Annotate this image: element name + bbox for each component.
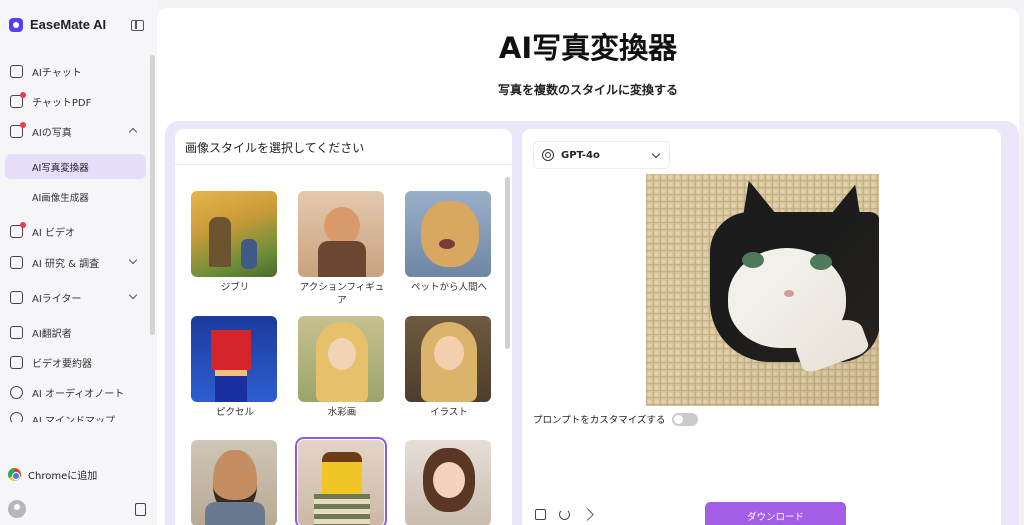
sidebar-subitem-photo-converter[interactable]: AI写真変換器 bbox=[5, 154, 146, 179]
add-to-chrome-label: Chromeに追加 bbox=[28, 471, 98, 482]
sidebar-item-ai-chat[interactable]: AIチャット bbox=[10, 61, 140, 81]
sidebar-item-ai-mindmap[interactable]: AI マインドマップ bbox=[10, 412, 140, 422]
sidebar-item-ai-audio-note[interactable]: AI オーディオノート bbox=[10, 382, 140, 402]
audio-icon bbox=[10, 385, 23, 399]
research-icon bbox=[10, 255, 23, 269]
style-card-action-figure[interactable]: アクションフィギュア bbox=[298, 191, 386, 307]
sidebar-item-label: AI ビデオ bbox=[32, 227, 75, 239]
style-thumbnail bbox=[295, 437, 387, 525]
main-content: AI写真変換器 写真を複数のスタイルに変換する 画像スタイルを選択してください … bbox=[157, 8, 1019, 525]
style-panel: 画像スタイルを選択してください ジブリ アクションフィギュア ペットから人間へ … bbox=[175, 129, 512, 525]
style-thumbnail bbox=[405, 440, 491, 525]
sidebar-item-ai-translator[interactable]: AI翻訳者 bbox=[10, 322, 140, 342]
sidebar: EaseMate AI AIチャット チャットPDF AIの写真 AI写真変換器… bbox=[0, 0, 157, 525]
style-panel-scrollbar[interactable] bbox=[505, 177, 510, 349]
sidebar-item-video-summarizer[interactable]: ビデオ要約器 bbox=[10, 352, 140, 372]
style-card-9[interactable] bbox=[405, 440, 493, 525]
style-thumbnail bbox=[191, 316, 277, 402]
play-icon bbox=[10, 355, 23, 369]
share-icon[interactable] bbox=[581, 508, 594, 521]
sidebar-item-label: AI オーディオノート bbox=[32, 388, 125, 400]
sidebar-item-label: チャットPDF bbox=[32, 97, 92, 109]
easemate-logo-icon bbox=[9, 17, 23, 32]
openai-icon bbox=[542, 149, 554, 161]
sidebar-subitem-image-generator[interactable]: AI画像生成器 bbox=[5, 184, 146, 209]
style-label: アクションフィギュア bbox=[299, 282, 385, 306]
sidebar-item-ai-photo[interactable]: AIの写真 bbox=[10, 121, 140, 141]
sidebar-item-ai-research[interactable]: AI 研究 & 調査 bbox=[10, 252, 140, 272]
chevron-down-icon bbox=[128, 290, 138, 300]
style-label: ペットから人間へ bbox=[410, 282, 487, 293]
sidebar-item-label: AI翻訳者 bbox=[32, 328, 72, 340]
sidebar-item-label: AIチャット bbox=[32, 67, 82, 79]
result-image bbox=[646, 174, 879, 406]
style-thumbnail bbox=[405, 191, 491, 277]
sidebar-item-ai-video[interactable]: AI ビデオ bbox=[10, 221, 140, 241]
style-card-7[interactable] bbox=[191, 440, 279, 525]
sidebar-item-label: AIライター bbox=[32, 293, 82, 305]
translate-icon bbox=[10, 325, 23, 339]
style-card-ghibli[interactable]: ジブリ bbox=[191, 191, 279, 294]
mindmap-icon bbox=[10, 412, 23, 422]
refresh-icon[interactable] bbox=[559, 509, 570, 520]
custom-prompt-row: プロンプトをカスタマイズする bbox=[533, 412, 699, 426]
style-label: イラスト bbox=[430, 407, 468, 418]
style-thumbnail bbox=[298, 316, 384, 402]
style-label: ピクセル bbox=[215, 407, 254, 418]
page-subtitle: 写真を複数のスタイルに変換する bbox=[497, 83, 678, 97]
add-to-chrome-button[interactable]: Chromeに追加 bbox=[8, 467, 97, 482]
style-thumbnail bbox=[298, 191, 384, 277]
image-icon[interactable] bbox=[535, 509, 546, 520]
sidebar-item-label: AIの写真 bbox=[32, 127, 72, 139]
video-icon bbox=[10, 221, 26, 238]
style-thumbnail bbox=[191, 191, 277, 277]
model-select[interactable]: GPT-4o bbox=[533, 141, 670, 169]
avatar[interactable] bbox=[8, 500, 26, 518]
style-thumbnail bbox=[191, 440, 277, 525]
style-label: ジブリ bbox=[220, 282, 250, 293]
style-thumbnail bbox=[405, 316, 491, 402]
style-card-pixel[interactable]: ピクセル bbox=[191, 316, 279, 419]
divider bbox=[175, 164, 512, 165]
sidebar-item-label: AI マインドマップ bbox=[32, 416, 115, 422]
photo-icon bbox=[10, 121, 26, 138]
chat-icon bbox=[10, 64, 23, 78]
style-card-watercolor[interactable]: 水彩画 bbox=[298, 316, 386, 419]
pdf-icon bbox=[10, 91, 26, 108]
sidebar-scrollbar[interactable] bbox=[150, 55, 155, 335]
style-card-pet-to-human[interactable]: ペットから人間へ bbox=[405, 191, 493, 294]
custom-prompt-toggle[interactable] bbox=[672, 412, 699, 426]
download-button[interactable]: ダウンロード bbox=[705, 502, 846, 525]
model-select-value: GPT-4o bbox=[561, 149, 600, 161]
workspace: 画像スタイルを選択してください ジブリ アクションフィギュア ペットから人間へ … bbox=[165, 121, 1019, 525]
history-icon[interactable] bbox=[135, 503, 146, 516]
sidebar-subitem-label: AI画像生成器 bbox=[32, 192, 89, 204]
custom-prompt-label: プロンプトをカスタマイズする bbox=[533, 415, 666, 426]
sidebar-item-ai-writer[interactable]: AIライター bbox=[10, 287, 140, 307]
page-title: AI写真変換器 bbox=[498, 31, 678, 65]
brand[interactable]: EaseMate AI bbox=[9, 17, 106, 32]
sidebar-item-label: ビデオ要約器 bbox=[32, 358, 92, 370]
result-panel: GPT-4o プロンプトをカスタマイズする ダウンロード bbox=[522, 129, 1001, 525]
sidebar-toggle-icon[interactable] bbox=[131, 20, 144, 31]
sidebar-subitem-label: AI写真変換器 bbox=[32, 162, 89, 174]
chevron-down-icon bbox=[128, 255, 138, 265]
style-card-illustration[interactable]: イラスト bbox=[405, 316, 493, 419]
brand-name: EaseMate AI bbox=[30, 17, 107, 32]
sidebar-item-label: AI 研究 & 調査 bbox=[32, 258, 100, 270]
pen-icon bbox=[10, 290, 23, 304]
chrome-icon bbox=[8, 468, 21, 481]
chevron-down-icon bbox=[651, 149, 661, 159]
style-label: 水彩画 bbox=[327, 407, 357, 418]
chevron-up-icon bbox=[128, 127, 138, 137]
style-panel-title: 画像スタイルを選択してください bbox=[185, 141, 365, 155]
style-card-8[interactable] bbox=[295, 437, 387, 525]
sidebar-item-chat-pdf[interactable]: チャットPDF bbox=[10, 91, 140, 111]
